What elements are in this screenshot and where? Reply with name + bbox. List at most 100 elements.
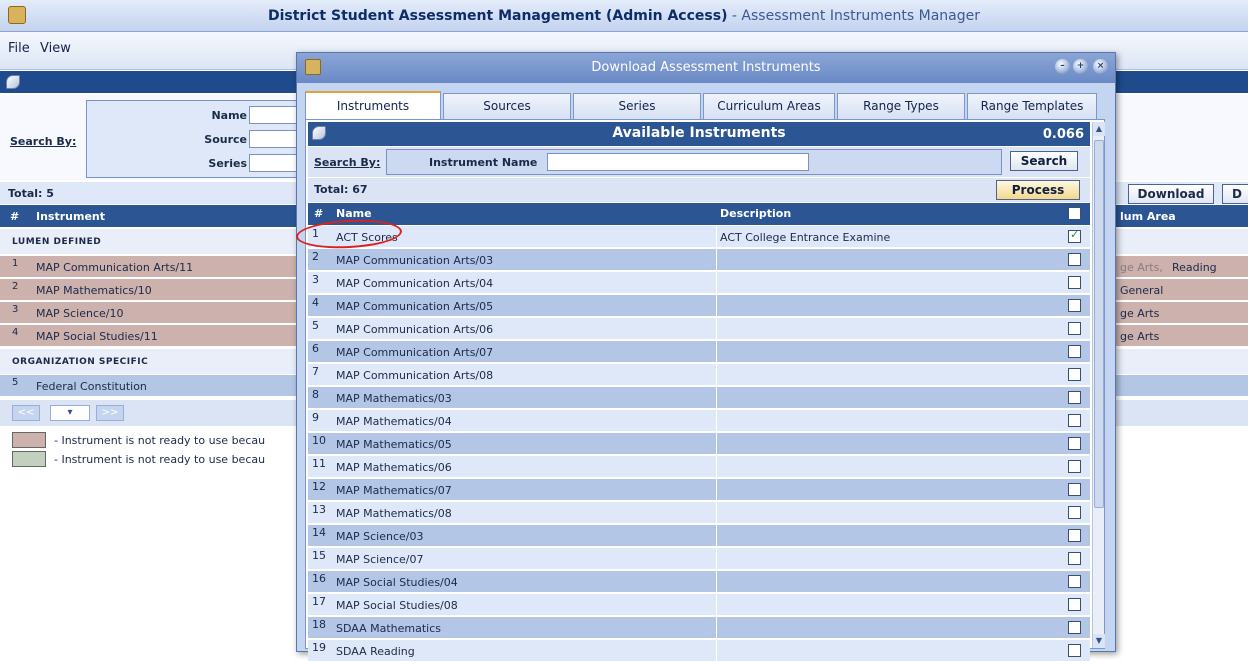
row-checkbox[interactable] [1068, 644, 1081, 657]
tab-range-types[interactable]: Range Types [837, 93, 965, 119]
row-checkbox[interactable] [1068, 391, 1081, 404]
tab-instruments[interactable]: Instruments [305, 91, 441, 119]
download-button[interactable]: Download [1128, 184, 1214, 204]
table-row[interactable]: 13 MAP Mathematics/08 [308, 502, 1090, 524]
instrument-description: ACT College Entrance Examine [720, 231, 891, 244]
menu-view[interactable]: View [40, 41, 71, 56]
table-row[interactable]: 16 MAP Social Studies/04 [308, 571, 1090, 593]
col-num: # [314, 207, 324, 220]
column-divider [716, 410, 717, 432]
dialog-search-bar: Search By: Instrument Name Search [308, 147, 1090, 177]
col-description[interactable]: Description [720, 207, 791, 220]
key-icon[interactable] [6, 75, 20, 89]
legend-swatch-green [12, 451, 46, 467]
column-divider [716, 571, 717, 593]
row-number: 12 [312, 480, 326, 493]
table-row[interactable]: 6 MAP Communication Arts/07 [308, 341, 1090, 363]
row-number: 10 [312, 434, 326, 447]
pager-select[interactable]: ▾ [50, 405, 90, 421]
instrument-name: MAP Mathematics/04 [336, 415, 452, 428]
app-icon [8, 6, 26, 24]
column-divider [716, 548, 717, 570]
instrument-name: MAP Communication Arts/08 [336, 369, 494, 382]
col-num: # [10, 210, 20, 223]
table-row[interactable]: 7 MAP Communication Arts/08 [308, 364, 1090, 386]
close-icon[interactable]: × [1093, 59, 1108, 74]
row-checkbox[interactable] [1068, 299, 1081, 312]
tab-range-templates[interactable]: Range Templates [967, 93, 1097, 119]
scroll-down-icon[interactable]: ▼ [1093, 634, 1105, 648]
row-checkbox[interactable] [1068, 368, 1081, 381]
menu-file[interactable]: File [8, 41, 30, 56]
instrument-name: MAP Social Studies/04 [336, 576, 458, 589]
tab-sources[interactable]: Sources [443, 93, 571, 119]
row-number: 3 [312, 273, 319, 286]
column-divider [716, 525, 717, 547]
row-checkbox[interactable] [1068, 276, 1081, 289]
maximize-icon[interactable]: + [1073, 59, 1088, 74]
table-row[interactable]: 18 SDAA Mathematics [308, 617, 1090, 639]
row-checkbox[interactable] [1068, 345, 1081, 358]
vertical-scrollbar[interactable]: ▲ ▼ [1092, 122, 1105, 648]
row-checkbox[interactable] [1068, 437, 1081, 450]
table-row[interactable]: 1 ACT Scores ACT College Entrance Examine [308, 226, 1090, 248]
available-instruments-title: Available Instruments [612, 125, 786, 141]
table-row[interactable]: 4 MAP Communication Arts/05 [308, 295, 1090, 317]
scroll-up-icon[interactable]: ▲ [1093, 122, 1105, 136]
row-checkbox[interactable] [1068, 529, 1081, 542]
row-number: 2 [312, 250, 319, 263]
row-checkbox[interactable] [1068, 322, 1081, 335]
table-row[interactable]: 8 MAP Mathematics/03 [308, 387, 1090, 409]
name-label: Name [211, 109, 247, 122]
table-row[interactable]: 12 MAP Mathematics/07 [308, 479, 1090, 501]
tab-curriculum-areas[interactable]: Curriculum Areas [703, 93, 835, 119]
col-instrument[interactable]: Instrument [36, 210, 105, 223]
table-row[interactable]: 11 MAP Mathematics/06 [308, 456, 1090, 478]
col-name[interactable]: Name [336, 207, 372, 220]
instrument-name: MAP Communication Arts/04 [336, 277, 494, 290]
table-row[interactable]: 2 MAP Communication Arts/03 [308, 249, 1090, 271]
instrument-name: SDAA Reading [336, 645, 415, 658]
column-divider [716, 456, 717, 478]
row-checkbox[interactable] [1068, 460, 1081, 473]
row-checkbox[interactable] [1068, 598, 1081, 611]
row-number: 13 [312, 503, 326, 516]
row-checkbox[interactable] [1068, 552, 1081, 565]
search-button[interactable]: Search [1010, 151, 1078, 171]
row-checkbox[interactable] [1068, 483, 1081, 496]
instrument-name-input[interactable] [547, 153, 809, 171]
column-divider [716, 341, 717, 363]
table-row[interactable]: 15 MAP Science/07 [308, 548, 1090, 570]
dialog-title-bar[interactable]: Download Assessment Instruments – + × [297, 53, 1115, 83]
table-row[interactable]: 5 MAP Communication Arts/06 [308, 318, 1090, 340]
column-divider [716, 594, 717, 616]
scroll-thumb[interactable] [1094, 140, 1104, 508]
select-all-checkbox[interactable] [1068, 207, 1081, 220]
dialog-tabs: Instruments Sources Series Curriculum Ar… [305, 91, 1105, 119]
process-button[interactable]: Process [996, 180, 1080, 200]
search-by-label: Search By: [10, 135, 77, 148]
table-row[interactable]: 17 MAP Social Studies/08 [308, 594, 1090, 616]
row-checkbox[interactable] [1068, 506, 1081, 519]
table-row[interactable]: 10 MAP Mathematics/05 [308, 433, 1090, 455]
row-number: 5 [312, 319, 319, 332]
row-checkbox[interactable] [1068, 621, 1081, 634]
row-checkbox[interactable] [1068, 414, 1081, 427]
pager-next-button[interactable]: >> [96, 405, 124, 421]
col-curriculum-area[interactable]: lum Area [1120, 210, 1176, 223]
tab-series[interactable]: Series [573, 93, 701, 119]
dialog-total-label: Total: 67 [314, 183, 368, 196]
row-checkbox[interactable] [1068, 575, 1081, 588]
instrument-name: MAP Mathematics/03 [336, 392, 452, 405]
table-row[interactable]: 19 SDAA Reading [308, 640, 1090, 662]
extra-button[interactable]: D [1222, 184, 1248, 204]
table-row[interactable]: 3 MAP Communication Arts/04 [308, 272, 1090, 294]
pager-prev-button[interactable]: << [12, 405, 40, 421]
row-checkbox[interactable] [1068, 228, 1081, 243]
row-number: 14 [312, 526, 326, 539]
minimize-icon[interactable]: – [1055, 59, 1070, 74]
row-checkbox[interactable] [1068, 253, 1081, 266]
instrument-name: MAP Science/07 [336, 553, 424, 566]
table-row[interactable]: 14 MAP Science/03 [308, 525, 1090, 547]
table-row[interactable]: 9 MAP Mathematics/04 [308, 410, 1090, 432]
